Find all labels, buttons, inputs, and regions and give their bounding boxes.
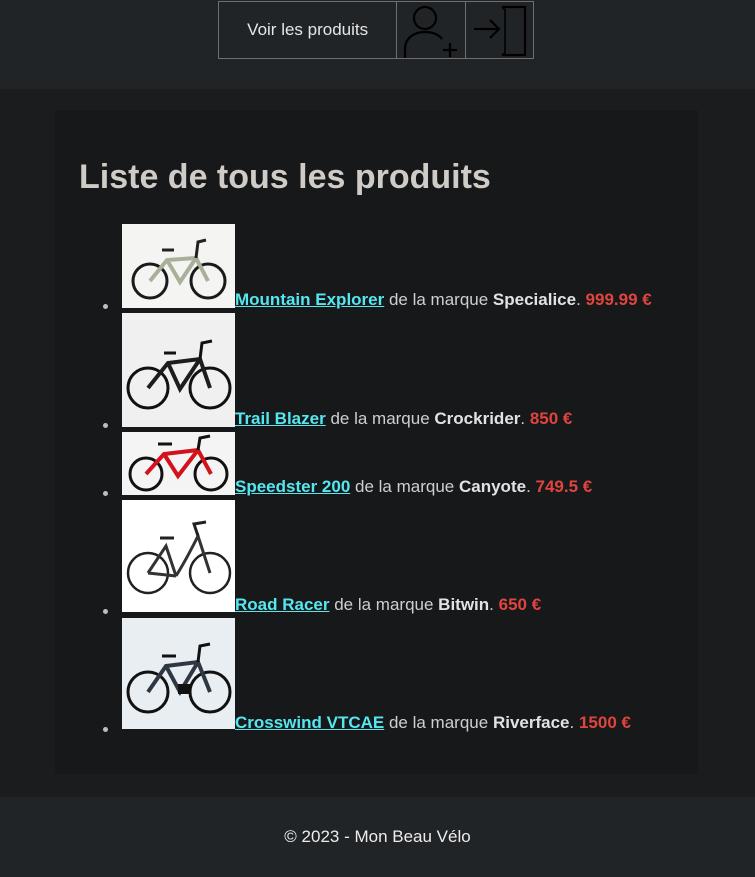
brand-connector-text: de la marque [329, 595, 439, 614]
product-brand: Riverface [492, 713, 570, 732]
brand-connector-text: de la marque [350, 477, 459, 496]
product-price: 1500 € [578, 713, 631, 732]
city-bike-step-through-image [122, 500, 235, 612]
copyright-text: © 2023 - Mon Beau Vélo [284, 827, 471, 846]
brand-connector-text: de la marque [325, 409, 435, 428]
brand-connector-text: de la marque [384, 713, 493, 732]
mountain-bike-sage-image [122, 224, 235, 308]
product-description: Road Racer de la marque Bitwin. 650 € [235, 595, 541, 615]
main-nav: Voir les produits [218, 1, 534, 59]
top-bar: Voir les produits [0, 0, 755, 89]
product-name-link[interactable]: Mountain Explorer [235, 290, 384, 309]
add-user-icon [403, 5, 457, 58]
product-list-card: Liste de tous les produits Mountain Expl… [55, 110, 698, 774]
product-price: 850 € [529, 409, 573, 428]
product-brand: Crockrider [434, 409, 521, 428]
product-price: 749.5 € [535, 477, 593, 496]
list-bullet [103, 491, 108, 496]
product-price: 650 € [498, 595, 542, 614]
product-price: 999.99 € [585, 290, 652, 309]
separator: . [520, 409, 530, 428]
list-bullet [103, 423, 108, 428]
main-content: Liste de tous les produits Mountain Expl… [0, 89, 755, 797]
product-brand: Bitwin [438, 595, 490, 614]
mountain-bike-black-image [122, 313, 235, 427]
product-description: Speedster 200 de la marque Canyote. 749.… [235, 477, 592, 497]
separator: . [569, 713, 579, 732]
product-brand: Canyote [458, 477, 527, 496]
list-bullet [103, 609, 108, 614]
product-brand: Specialice [492, 290, 577, 309]
list-bullet [103, 727, 108, 732]
separator: . [489, 595, 499, 614]
view-products-link[interactable]: Voir les produits [219, 2, 398, 58]
product-description: Mountain Explorer de la marque Specialic… [235, 290, 652, 310]
footer: © 2023 - Mon Beau Vélo [0, 797, 755, 877]
product-description: Crosswind VTCAE de la marque Riverface. … [235, 713, 631, 733]
mountain-bike-red-image [122, 432, 235, 495]
login-button[interactable] [464, 2, 533, 58]
product-description: Trail Blazer de la marque Crockrider. 85… [235, 409, 572, 429]
page-title: Liste de tous les produits [79, 158, 491, 196]
login-icon [474, 5, 527, 57]
separator: . [526, 477, 536, 496]
list-bullet [103, 304, 108, 309]
brand-connector-text: de la marque [384, 290, 493, 309]
product-name-link[interactable]: Speedster 200 [235, 477, 350, 496]
product-name-link[interactable]: Road Racer [235, 595, 329, 614]
electric-hybrid-bike-image [122, 618, 235, 729]
product-name-link[interactable]: Trail Blazer [235, 409, 326, 428]
product-name-link[interactable]: Crosswind VTCAE [235, 713, 384, 732]
separator: . [576, 290, 586, 309]
register-button[interactable] [397, 2, 464, 58]
